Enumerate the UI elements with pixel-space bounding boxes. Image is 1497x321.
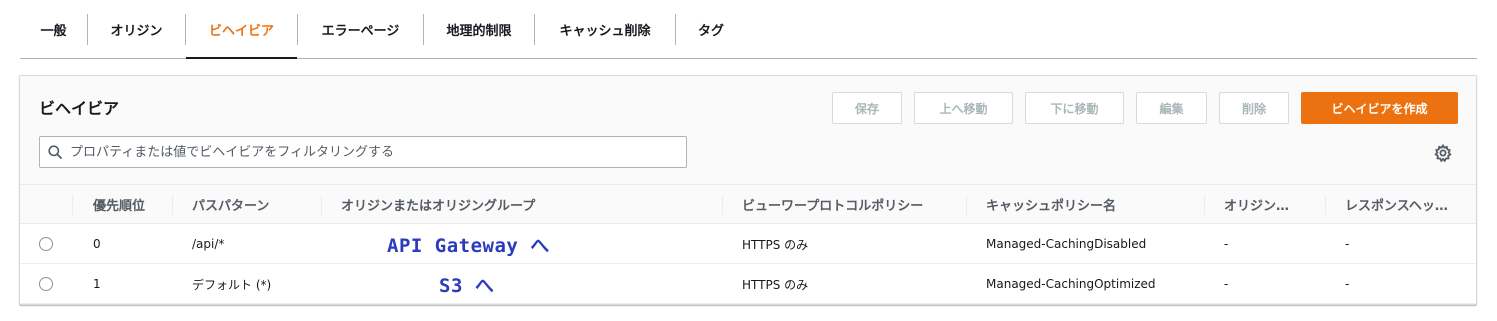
cell-path-pattern: /api/* <box>192 237 225 251</box>
row-select-radio[interactable] <box>39 237 53 251</box>
search-input[interactable] <box>70 144 670 160</box>
cell-cache-policy: Managed-CachingOptimized <box>986 277 1156 291</box>
table-row[interactable]: 0 /api/* API Gateway へ HTTPS のみ Managed-… <box>20 224 1476 264</box>
tab-behaviors[interactable]: ビヘイビア <box>186 0 297 59</box>
row-select-radio[interactable] <box>39 277 53 291</box>
origin-annotation: S3 へ <box>439 274 495 297</box>
column-divider <box>1325 195 1326 215</box>
search-box[interactable] <box>39 136 687 168</box>
column-header-response-headers[interactable]: レスポンスヘッ… <box>1345 185 1475 224</box>
cell-viewer-protocol: HTTPS のみ <box>742 237 809 252</box>
column-divider <box>172 195 173 215</box>
search-icon <box>40 137 70 167</box>
cell-response-headers: - <box>1345 277 1350 291</box>
delete-button[interactable]: 削除 <box>1219 92 1289 124</box>
column-divider <box>1204 195 1205 215</box>
table-header: 優先順位 パスパターン オリジンまたはオリジングループ ビューワープロトコルポリ… <box>20 184 1476 224</box>
cell-cache-policy: Managed-CachingDisabled <box>986 237 1147 251</box>
move-up-button[interactable]: 上へ移動 <box>914 92 1013 124</box>
column-header-precedence[interactable]: 優先順位 <box>93 185 173 224</box>
behaviors-panel: ビヘイビア 保存 上へ移動 下に移動 編集 削除 ビヘイビアを作成 優先順位 パ… <box>19 75 1477 305</box>
tab-geographic-restrictions[interactable]: 地理的制限 <box>424 0 534 58</box>
column-header-cache-policy[interactable]: キャッシュポリシー名 <box>986 185 1186 224</box>
column-divider <box>722 195 723 215</box>
column-divider <box>72 195 73 215</box>
cell-path-pattern: デフォルト (*) <box>192 277 272 292</box>
tab-bar: 一般 オリジン ビヘイビア エラーページ 地理的制限 キャッシュ削除 タグ <box>20 0 1477 59</box>
column-divider <box>321 195 322 215</box>
column-header-origin[interactable]: オリジンまたはオリジングループ <box>341 185 701 224</box>
cell-precedence: 0 <box>93 237 101 251</box>
cell-viewer-protocol: HTTPS のみ <box>742 277 809 292</box>
origin-annotation: API Gateway へ <box>387 234 550 257</box>
column-divider <box>966 195 967 215</box>
tab-invalidations[interactable]: キャッシュ削除 <box>535 0 675 58</box>
column-header-path-pattern[interactable]: パスパターン <box>192 185 312 224</box>
create-behavior-button[interactable]: ビヘイビアを作成 <box>1301 92 1458 124</box>
column-header-origin-request-policy[interactable]: オリジン… <box>1224 185 1324 224</box>
tab-tags[interactable]: タグ <box>676 0 746 58</box>
edit-button[interactable]: 編集 <box>1136 92 1207 124</box>
move-down-button[interactable]: 下に移動 <box>1025 92 1124 124</box>
cell-precedence: 1 <box>93 277 101 291</box>
cell-origin-request-policy: - <box>1224 277 1229 291</box>
tab-origins[interactable]: オリジン <box>88 0 185 58</box>
cell-origin-request-policy: - <box>1224 237 1229 251</box>
save-button[interactable]: 保存 <box>832 92 902 124</box>
table-row[interactable]: 1 デフォルト (*) S3 へ HTTPS のみ Managed-Cachin… <box>20 264 1476 304</box>
gear-icon[interactable] <box>1433 143 1453 163</box>
tab-error-pages[interactable]: エラーページ <box>298 0 423 58</box>
column-header-viewer-protocol[interactable]: ビューワープロトコルポリシー <box>742 185 962 224</box>
tab-general[interactable]: 一般 <box>20 0 87 58</box>
panel-title: ビヘイビア <box>39 99 120 118</box>
cell-response-headers: - <box>1345 237 1350 251</box>
